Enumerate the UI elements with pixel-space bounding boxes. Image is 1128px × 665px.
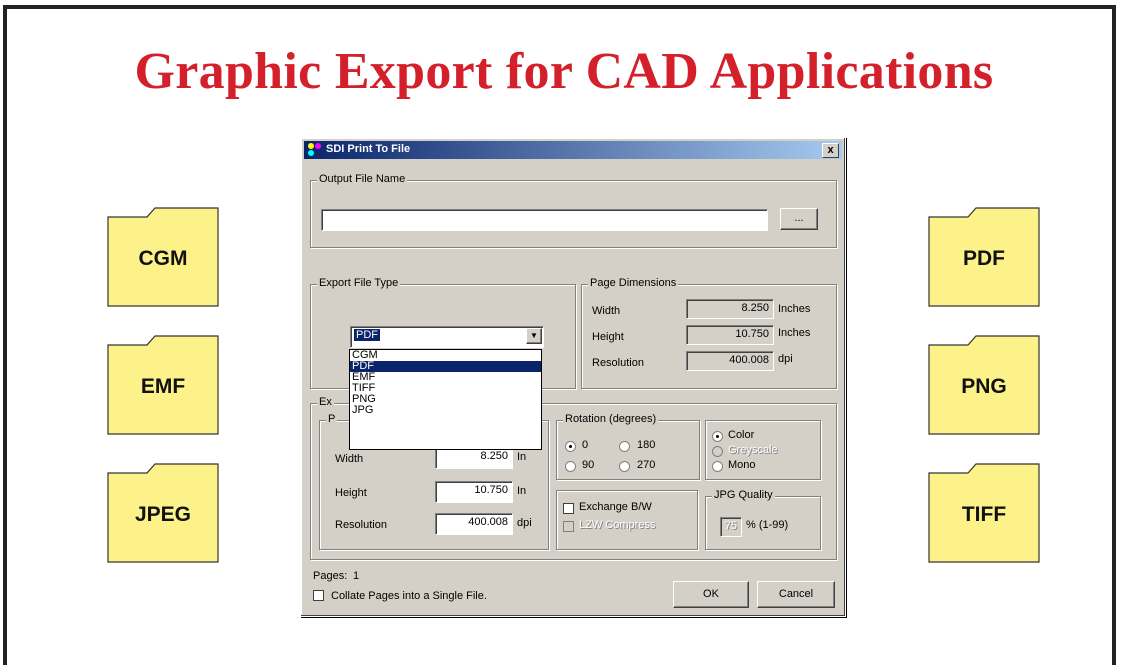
folder-jpeg: JPEG [107, 463, 219, 563]
folder-png: PNG [928, 335, 1040, 435]
page-resolution-value: 400.008 [686, 351, 774, 371]
page-width-label: Width [592, 305, 621, 317]
page-resolution-label: Resolution [592, 357, 644, 369]
dropdown-option-jpg[interactable]: JPG [350, 405, 541, 416]
page-height-label: Height [592, 331, 624, 343]
rotation-group: Rotation (degrees) 0 180 90 270 [556, 413, 700, 480]
file-type-selected: PDF [354, 329, 380, 341]
export-resolution-label: Resolution [335, 519, 387, 531]
folder-pdf: PDF [928, 207, 1040, 307]
chevron-down-icon[interactable]: ▼ [526, 328, 542, 344]
export-size-label: P [326, 413, 338, 425]
export-resolution-unit: dpi [517, 517, 532, 529]
color-mode-group: Color Greyscale Mono [705, 420, 821, 480]
folder-emf: EMF [107, 335, 219, 435]
lzw-compress-checkbox[interactable] [563, 521, 574, 532]
page-width-unit: Inches [778, 303, 811, 315]
dropdown-option-pdf[interactable]: PDF [350, 361, 541, 372]
color-label: Color [728, 429, 755, 441]
folder-cgm: CGM [107, 207, 219, 307]
rotation-90-radio[interactable] [565, 461, 576, 472]
page-dimensions-group: Page Dimensions Width 8.250 Inches Heigh… [581, 277, 837, 389]
jpg-quality-label: JPG Quality [712, 489, 775, 501]
slide-title: Graphic Export for CAD Applications [134, 43, 994, 100]
folder-label: CGM [138, 247, 188, 270]
export-height-input[interactable]: 10.750 [435, 481, 513, 503]
dropdown-option-tiff[interactable]: TIFF [350, 383, 541, 394]
rotation-180-radio[interactable] [619, 441, 630, 452]
output-file-group: Output File Name ... [310, 173, 837, 248]
pages-label: Pages: [313, 570, 348, 582]
dropdown-option-png[interactable]: PNG [350, 394, 541, 405]
folder-label: EMF [140, 375, 186, 398]
jpg-quality-group: JPG Quality 75 % (1-99) [705, 489, 821, 550]
rotation-0-radio[interactable] [565, 441, 576, 452]
export-width-unit: In [517, 451, 527, 463]
rotation-270-radio[interactable] [619, 461, 630, 472]
color-radio[interactable] [712, 431, 723, 442]
rotation-180-label: 180 [637, 439, 656, 451]
folder-label: PNG [961, 375, 1007, 398]
collate-pages-label: Collate Pages into a Single File. [331, 590, 487, 602]
folder-tiff: TIFF [928, 463, 1040, 563]
rotation-90-label: 90 [582, 459, 595, 471]
export-width-label: Width [335, 453, 364, 465]
rotation-0-label: 0 [582, 439, 589, 451]
mono-label: Mono [728, 459, 756, 471]
rotation-270-label: 270 [637, 459, 656, 471]
page-dimensions-label: Page Dimensions [588, 277, 679, 289]
page-height-value: 10.750 [686, 325, 774, 345]
output-file-input[interactable] [321, 209, 768, 231]
mono-radio[interactable] [712, 461, 723, 472]
file-type-dropdown-list[interactable]: CGM PDF EMF TIFF PNG JPG [349, 349, 542, 450]
greyscale-radio[interactable] [712, 446, 723, 457]
dialog-title: SDI Print To File [326, 143, 411, 155]
pages-count: 1 [353, 570, 360, 582]
collate-pages-checkbox[interactable] [313, 590, 324, 601]
file-type-combobox[interactable]: PDF ▼ [350, 326, 544, 348]
export-height-unit: In [517, 485, 527, 497]
export-resolution-input[interactable]: 400.008 [435, 513, 513, 535]
close-button[interactable]: x [822, 143, 839, 158]
greyscale-label: Greyscale [728, 444, 778, 456]
export-width-input[interactable]: 8.250 [435, 447, 513, 469]
browse-button[interactable]: ... [780, 208, 818, 230]
page-width-value: 8.250 [686, 299, 774, 319]
folder-label: TIFF [961, 503, 1007, 526]
rotation-label: Rotation (degrees) [563, 413, 659, 425]
lzw-compress-label: LZW Compress [579, 519, 656, 531]
dialog-titlebar[interactable]: SDI Print To File x [304, 141, 842, 159]
export-options-label: Ex [317, 396, 334, 408]
print-to-file-dialog: SDI Print To File x Output File Name ...… [300, 137, 846, 617]
export-height-label: Height [335, 487, 367, 499]
folder-label: JPEG [134, 503, 192, 526]
jpg-quality-input[interactable]: 75 [720, 517, 742, 537]
folder-label: PDF [963, 247, 1005, 270]
cancel-button[interactable]: Cancel [757, 581, 835, 608]
exchange-bw-checkbox[interactable] [563, 503, 574, 514]
output-file-group-label: Output File Name [317, 173, 408, 185]
page-height-unit: Inches [778, 327, 811, 339]
dropdown-option-cgm[interactable]: CGM [350, 350, 541, 361]
jpg-quality-range: % (1-99) [746, 519, 789, 531]
exchange-bw-label: Exchange B/W [579, 501, 652, 513]
ok-button[interactable]: OK [673, 581, 749, 608]
page-resolution-unit: dpi [778, 353, 793, 365]
bw-options-group: Exchange B/W LZW Compress [556, 490, 698, 550]
app-icon [308, 143, 321, 156]
export-file-type-label: Export File Type [317, 277, 401, 289]
dropdown-option-emf[interactable]: EMF [350, 372, 541, 383]
